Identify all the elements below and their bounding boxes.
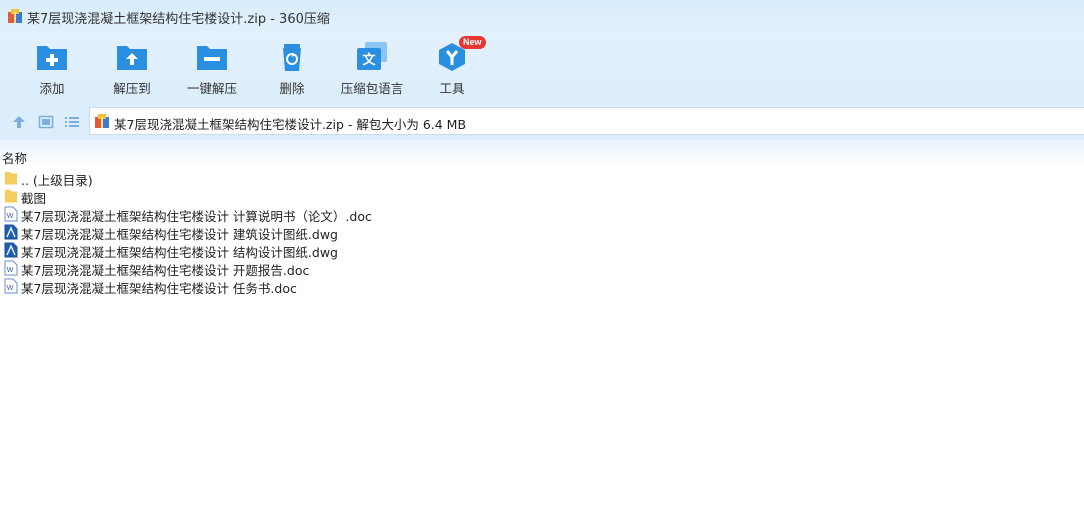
folder-icon: [5, 190, 17, 203]
list-item-dwg[interactable]: 某7层现浇混凝土框架结构住宅楼设计 建筑设计图纸.dwg: [0, 223, 1084, 242]
recycle-bin-icon: [283, 44, 301, 71]
list-item-folder[interactable]: 截图: [0, 187, 1084, 206]
list-item-name: 某7层现浇混凝土框架结构住宅楼设计 任务书.doc: [21, 281, 297, 296]
zip-archive-icon: [95, 114, 109, 128]
tools-button[interactable]: New 工具: [412, 36, 492, 100]
svg-text:W: W: [7, 285, 14, 292]
list-item-parent-dir[interactable]: .. (上级目录): [0, 169, 1084, 188]
svg-text:文: 文: [362, 52, 376, 67]
list-item-doc[interactable]: W 某7层现浇混凝土框架结构住宅楼设计 计算说明书（论文）.doc: [0, 205, 1084, 224]
quick-extract-label: 一键解压: [186, 81, 237, 96]
quick-extract-button[interactable]: 一键解压: [172, 38, 252, 100]
quick-extract-icon: [197, 46, 227, 70]
word-doc-icon: W: [4, 206, 18, 222]
add-button[interactable]: 添加: [12, 38, 92, 100]
extract-to-label: 解压到: [113, 81, 151, 96]
extract-folder-icon: [117, 46, 147, 70]
toolbar: 添加 解压到 一键解压 删除 文 压缩包语言 New 工具: [0, 34, 1084, 102]
list-item-doc[interactable]: W 某7层现浇混凝土框架结构住宅楼设计 开题报告.doc: [0, 259, 1084, 278]
add-label: 添加: [39, 81, 65, 96]
thumbnail-view-icon[interactable]: [38, 114, 54, 130]
up-arrow-icon[interactable]: [11, 114, 27, 130]
folder-icon: [5, 172, 17, 185]
list-view-icon[interactable]: [64, 114, 80, 130]
delete-label: 删除: [279, 81, 305, 96]
file-list: .. (上级目录) 截图 W 某7层现浇混凝土框架结构住宅楼设计 计算说明书（论…: [0, 169, 1084, 296]
tools-label: 工具: [439, 81, 465, 96]
column-header-name[interactable]: 名称: [2, 148, 27, 167]
svg-text:W: W: [7, 267, 14, 274]
language-icon: 文: [357, 42, 387, 70]
list-header: 名称: [0, 140, 1084, 166]
dwg-file-icon: [4, 224, 18, 240]
archive-language-button[interactable]: 文 压缩包语言: [332, 38, 412, 100]
word-doc-icon: W: [4, 278, 18, 294]
list-item-doc[interactable]: W 某7层现浇混凝土框架结构住宅楼设计 任务书.doc: [0, 277, 1084, 296]
extract-to-button[interactable]: 解压到: [92, 38, 172, 100]
list-item-dwg[interactable]: 某7层现浇混凝土框架结构住宅楼设计 结构设计图纸.dwg: [0, 241, 1084, 260]
new-badge: New: [459, 36, 486, 49]
delete-button[interactable]: 删除: [252, 38, 332, 100]
address-path: 某7层现浇混凝土框架结构住宅楼设计.zip - 解包大小为 6.4 MB: [114, 117, 467, 132]
word-doc-icon: W: [4, 260, 18, 276]
add-folder-icon: [37, 46, 67, 70]
title-bar: 某7层现浇混凝土框架结构住宅楼设计.zip - 360压缩: [0, 0, 1084, 34]
svg-text:W: W: [7, 213, 14, 220]
address-bar-row: 某7层现浇混凝土框架结构住宅楼设计.zip - 解包大小为 6.4 MB: [0, 102, 1084, 140]
window-title: 某7层现浇混凝土框架结构住宅楼设计.zip - 360压缩: [27, 12, 330, 27]
zip-archive-icon: [8, 9, 22, 23]
dwg-file-icon: [4, 242, 18, 258]
address-field[interactable]: 某7层现浇混凝土框架结构住宅楼设计.zip - 解包大小为 6.4 MB: [89, 107, 1084, 135]
archive-language-label: 压缩包语言: [340, 81, 404, 96]
